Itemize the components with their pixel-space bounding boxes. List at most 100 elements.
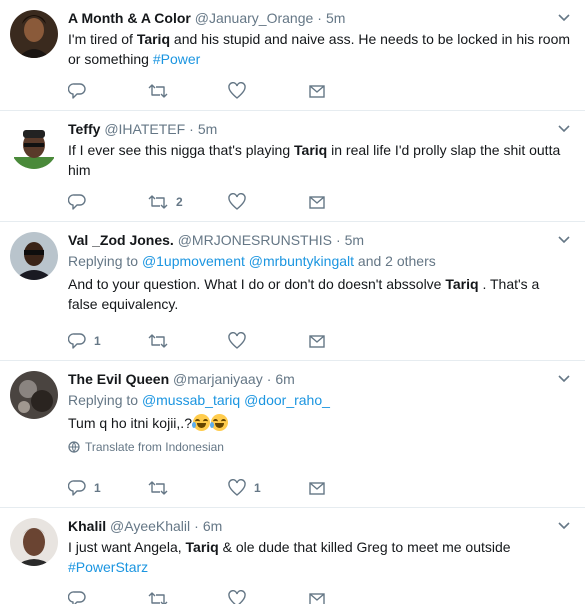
- avatar[interactable]: [10, 371, 58, 419]
- envelope-icon: [309, 482, 325, 495]
- globe-icon: [68, 441, 80, 453]
- tweet[interactable]: Teffy @IHATETEF · 5m If I ever see this ni…: [0, 111, 585, 222]
- author-handle[interactable]: @MRJONESRUNSTHIS: [178, 232, 332, 248]
- mention-link[interactable]: @1upmovement: [142, 253, 245, 269]
- tweet[interactable]: Val _Zod Jones. @MRJONESRUNSTHIS · 5m Repl…: [0, 222, 585, 361]
- direct-message-button[interactable]: [308, 330, 388, 352]
- chevron-down-icon[interactable]: [557, 121, 571, 135]
- like-button[interactable]: [228, 330, 308, 352]
- retweet-icon: [148, 481, 168, 495]
- reply-count: 1: [94, 481, 101, 495]
- replying-to-label: Replying to: [68, 392, 142, 408]
- tweet-timestamp[interactable]: 5m: [345, 232, 364, 248]
- tweet[interactable]: A Month & A Color @January_Orange · 5m I'm…: [0, 0, 585, 111]
- separator-dot: ·: [189, 121, 194, 137]
- like-button[interactable]: [228, 191, 308, 213]
- direct-message-button[interactable]: [308, 477, 388, 499]
- replying-to: Replying to @mussab_tariq @door_raho_: [68, 390, 571, 410]
- replying-to-others[interactable]: and 2 others: [354, 253, 436, 269]
- author-handle[interactable]: @IHATETEF: [104, 121, 185, 137]
- tweet[interactable]: The Evil Queen @marjaniyaay · 6m Replying …: [0, 361, 585, 508]
- reply-count: 1: [94, 334, 101, 348]
- mention-link[interactable]: @mussab_tariq: [142, 392, 240, 408]
- author-name[interactable]: Khalil: [68, 518, 106, 534]
- avatar[interactable]: [10, 121, 58, 169]
- tweet-timestamp[interactable]: 5m: [326, 10, 345, 26]
- envelope-icon: [309, 593, 325, 604]
- highlighted-term: Tariq: [445, 276, 479, 292]
- heart-icon: [228, 590, 246, 604]
- author-handle[interactable]: @marjaniyaay: [173, 371, 263, 387]
- separator-dot: ·: [194, 518, 199, 534]
- heart-icon: [228, 82, 246, 99]
- chevron-down-icon[interactable]: [557, 518, 571, 532]
- author-name[interactable]: The Evil Queen: [68, 371, 169, 387]
- chevron-down-icon[interactable]: [557, 232, 571, 246]
- tweet-text: And to your question. What I do or don't…: [68, 274, 571, 314]
- avatar[interactable]: [10, 10, 58, 58]
- reply-button[interactable]: [68, 191, 148, 213]
- tweet-actions: 1 1: [68, 477, 388, 499]
- hashtag-link[interactable]: #Power: [153, 51, 200, 67]
- chevron-down-icon[interactable]: [557, 10, 571, 24]
- text-part: If I ever see this nigga that's playing: [68, 142, 295, 158]
- tweet-actions: 1: [68, 330, 388, 352]
- text-part: Tum q ho itni kojii,.?: [68, 415, 192, 431]
- retweet-button[interactable]: [148, 477, 228, 499]
- highlighted-term: Tariq: [136, 31, 171, 47]
- tweet[interactable]: Khalil @AyeeKhalil · 6m I just want Angela…: [0, 508, 585, 604]
- avatar[interactable]: [10, 518, 58, 566]
- translate-link[interactable]: Translate from Indonesian: [68, 439, 571, 455]
- separator-dot: ·: [317, 10, 322, 26]
- avatar[interactable]: [10, 232, 58, 280]
- like-button[interactable]: 1: [228, 477, 308, 499]
- envelope-icon: [309, 85, 325, 98]
- tweet-timestamp[interactable]: 5m: [198, 121, 217, 137]
- tweet-actions: [68, 588, 388, 604]
- tweet-text: Tum q ho itni kojii,.?: [68, 413, 571, 433]
- text-part: & ole dude that killed Greg to meet me o…: [218, 539, 511, 555]
- tweet-text: I just want Angela, Tariq & ole dude tha…: [68, 537, 571, 577]
- separator-dot: ·: [266, 371, 272, 387]
- retweet-button[interactable]: [148, 588, 228, 604]
- like-button[interactable]: [228, 588, 308, 604]
- reply-button[interactable]: [68, 80, 148, 102]
- retweet-button[interactable]: [148, 80, 228, 102]
- author-name[interactable]: Val _Zod Jones.: [68, 232, 174, 248]
- retweet-button[interactable]: [148, 330, 228, 352]
- reply-button[interactable]: [68, 588, 148, 604]
- retweet-count: 2: [176, 195, 183, 209]
- replying-to: Replying to @1upmovement @mrbuntykingalt…: [68, 251, 571, 271]
- mention-link[interactable]: @mrbuntykingalt: [249, 253, 354, 269]
- retweet-icon: [148, 195, 168, 209]
- tears-of-joy-emoji: [191, 414, 210, 431]
- reply-icon: [68, 194, 86, 210]
- reply-button[interactable]: 1: [68, 477, 148, 499]
- tweet-timestamp[interactable]: 6m: [203, 518, 222, 534]
- retweet-button[interactable]: 2: [148, 191, 228, 213]
- reply-button[interactable]: 1: [68, 330, 148, 352]
- like-count: 1: [254, 481, 261, 495]
- chevron-down-icon[interactable]: [557, 371, 571, 385]
- author-name[interactable]: Teffy: [68, 121, 100, 137]
- like-button[interactable]: [228, 80, 308, 102]
- heart-icon: [228, 332, 246, 349]
- hashtag-link[interactable]: #PowerStarz: [68, 559, 148, 575]
- author-handle[interactable]: @AyeeKhalil: [110, 518, 190, 534]
- author-handle[interactable]: @January_Orange: [195, 10, 314, 26]
- retweet-icon: [148, 334, 168, 348]
- mention-link[interactable]: @door_raho_: [244, 392, 330, 408]
- direct-message-button[interactable]: [308, 191, 388, 213]
- direct-message-button[interactable]: [308, 588, 388, 604]
- text-part: I'm tired of: [68, 31, 137, 47]
- heart-icon: [228, 193, 246, 210]
- separator-dot: ·: [335, 232, 341, 248]
- tweet-timestamp[interactable]: 6m: [275, 371, 294, 387]
- envelope-icon: [309, 196, 325, 209]
- direct-message-button[interactable]: [308, 80, 388, 102]
- author-name[interactable]: A Month & A Color: [68, 10, 191, 26]
- tweet-text: I'm tired of Tariq and his stupid and na…: [68, 29, 571, 69]
- envelope-icon: [309, 335, 325, 348]
- reply-icon: [68, 591, 86, 604]
- replying-to-label: Replying to: [68, 253, 142, 269]
